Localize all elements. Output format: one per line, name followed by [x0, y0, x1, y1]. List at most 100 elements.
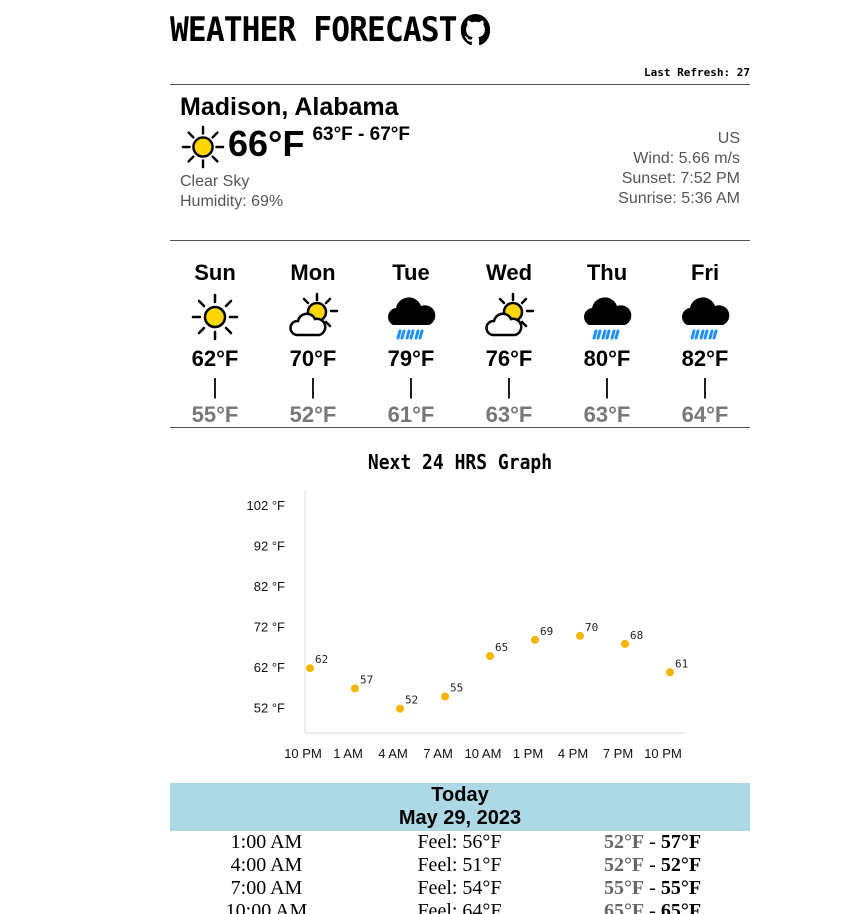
hour-range: 52°F - 52°F [556, 854, 749, 877]
sun-icon [181, 125, 225, 169]
x-tick-label: 1 PM [513, 746, 543, 761]
wind: Wind: 5.66 m/s [633, 150, 740, 167]
x-tick-label: 10 PM [284, 746, 322, 761]
divider [170, 240, 750, 241]
hour-feel: Feel: 51°F [417, 854, 502, 876]
today-header: Today May 29, 2023 [170, 783, 750, 831]
temp-range: 63°F - 67°F [312, 124, 410, 145]
data-point [351, 684, 359, 693]
forecast-day: Wed 76°F | 63°F [469, 258, 549, 429]
divider [170, 427, 750, 428]
current-temp: 66°F [228, 123, 305, 164]
data-label: 52 [405, 694, 418, 707]
x-tick-label: 4 PM [558, 746, 588, 761]
sunset: Sunset: 7:52 PM [621, 170, 740, 187]
hour-dash: - [644, 900, 661, 914]
forecast-day: Mon 70°F | 52°F [273, 258, 353, 429]
day-name: Sun [194, 260, 236, 285]
data-point [666, 668, 674, 677]
day-separator: | [310, 374, 316, 399]
data-label: 68 [630, 629, 643, 642]
day-name: Mon [290, 260, 336, 285]
rain-icon [584, 297, 632, 340]
day-high: 76°F [485, 346, 533, 371]
partly-cloudy-icon [289, 292, 339, 337]
data-point [486, 652, 494, 661]
today-date: May 29, 2023 [398, 807, 522, 829]
rain-icon [388, 297, 436, 340]
data-point [441, 692, 449, 701]
hour-low: 52°F [603, 831, 645, 853]
x-tick-label: 10 AM [465, 746, 502, 761]
hour-time: 7:00 AM [230, 877, 303, 899]
day-low: 52°F [289, 402, 337, 427]
sunrise: Sunrise: 5:36 AM [618, 190, 740, 207]
day-high: 70°F [289, 346, 337, 371]
hour-feel: Feel: 64°F [417, 900, 502, 914]
data-point [306, 664, 314, 673]
y-tick-label: 82 °F [254, 579, 285, 594]
rain-icon [682, 297, 730, 340]
x-tick-label: 1 AM [333, 746, 363, 761]
last-refresh: Last Refresh: 27 [644, 66, 750, 79]
data-label: 70 [585, 621, 598, 634]
hour-time: 4:00 AM [230, 854, 303, 876]
data-point [576, 631, 584, 640]
day-separator: | [702, 374, 708, 399]
forecast-day: Fri 82°F | 64°F [665, 258, 745, 429]
y-tick-label: 62 °F [254, 660, 285, 675]
day-low: 63°F [485, 402, 533, 427]
hour-range: 52°F - 57°F [556, 831, 749, 854]
hour-time: 1:00 AM [230, 831, 303, 853]
x-tick-label: 10 PM [644, 746, 682, 761]
day-separator: | [506, 374, 512, 399]
data-label: 61 [675, 657, 688, 670]
github-icon[interactable] [460, 14, 490, 46]
today-label: Today [431, 784, 489, 806]
hourly-row: 10:00 AM Feel: 64°F 65°F - 65°F [170, 900, 750, 914]
current-weather: Madison, Alabama 66°F 63°F - 67°F Clear … [180, 92, 740, 222]
hourly-row: 4:00 AM Feel: 51°F 52°F - 52°F [170, 854, 750, 877]
y-tick-label: 52 °F [254, 701, 285, 716]
forecast-day: Thu 80°F | 63°F [567, 258, 647, 429]
data-point [621, 639, 629, 648]
day-high: 62°F [191, 346, 239, 371]
day-separator: | [212, 374, 218, 399]
day-name: Tue [392, 260, 430, 285]
hour-feel: Feel: 56°F [417, 831, 502, 853]
x-tick-label: 7 PM [603, 746, 633, 761]
divider [170, 84, 750, 85]
data-label: 55 [450, 682, 463, 695]
hour-range: 65°F - 65°F [556, 900, 749, 914]
day-high: 79°F [387, 346, 435, 371]
app-title: WEATHER FORECAST [170, 8, 556, 52]
hour-feel: Feel: 54°F [417, 877, 502, 899]
day-high: 80°F [583, 346, 631, 371]
data-point [531, 635, 539, 644]
hour-low: 52°F [603, 854, 645, 876]
day-high: 82°F [681, 346, 729, 371]
hourly-row: 7:00 AM Feel: 54°F 55°F - 55°F [170, 877, 750, 900]
hour-low: 55°F [603, 877, 645, 899]
y-tick-label: 92 °F [254, 539, 285, 554]
day-separator: | [604, 374, 610, 399]
data-label: 65 [495, 641, 508, 654]
day-separator: | [408, 374, 414, 399]
country: US [717, 130, 740, 147]
day-name: Wed [485, 260, 533, 285]
day-low: 64°F [681, 402, 729, 427]
hour-dash: - [644, 854, 661, 876]
forecast-day: Tue 79°F | 61°F [371, 258, 451, 429]
forecast-day: Sun 62°F | 55°F [175, 258, 255, 429]
hour-time: 10:00 AM [225, 900, 308, 914]
hour-dash: - [644, 877, 661, 899]
city-name: Madison, Alabama [180, 93, 399, 121]
x-tick-label: 4 AM [378, 746, 408, 761]
x-tick-label: 7 AM [423, 746, 453, 761]
y-tick-label: 102 °F [247, 498, 286, 513]
current-details-right: US Wind: 5.66 m/s Sunset: 7:52 PM Sunris… [618, 129, 740, 209]
hour-high: 55°F [660, 877, 702, 899]
day-name: Thu [586, 260, 628, 285]
app-title-text: WEATHER FORECAST [170, 10, 458, 50]
data-label: 62 [315, 653, 328, 666]
